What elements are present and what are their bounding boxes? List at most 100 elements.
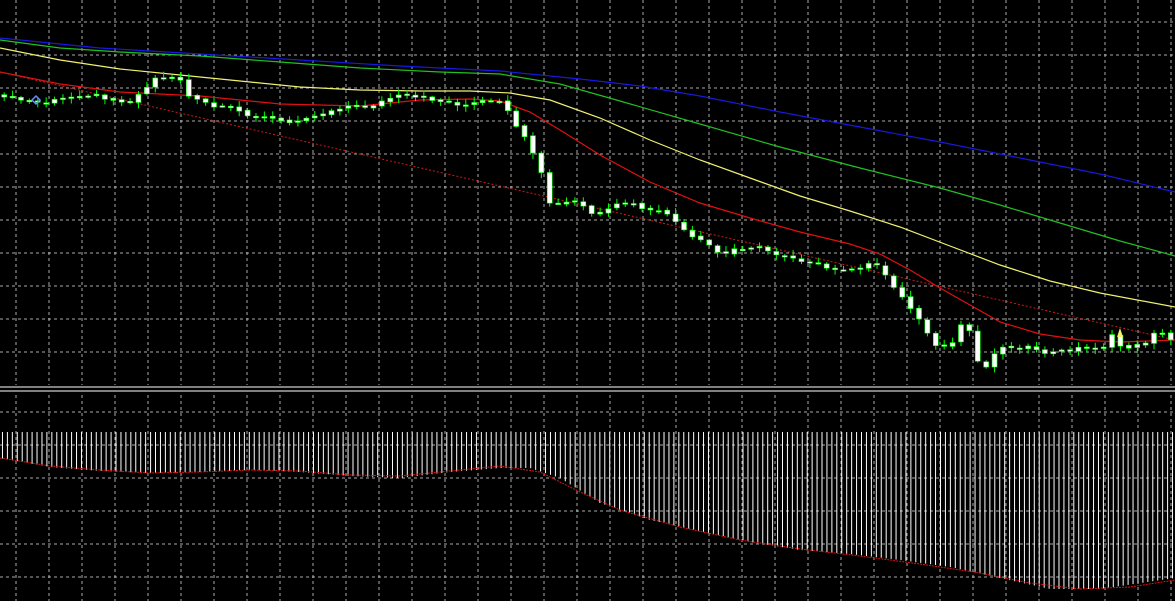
candle-body [152,77,159,88]
candle-body [463,104,469,107]
candle-body [588,205,595,214]
candle-body [446,100,452,103]
candle-body [849,268,855,271]
candle-body [874,263,880,266]
candle-body [244,109,251,117]
candle-body [18,97,24,101]
candle-body [916,307,922,320]
candle-body [773,251,780,256]
candle-body [236,106,242,112]
candle-body [194,95,201,100]
candle-body [513,110,519,127]
candle-body [127,101,133,104]
candle-body [454,102,461,106]
candle-body [311,115,318,119]
candle-body [706,239,712,246]
candle-body [739,248,746,252]
candle-body [286,119,293,124]
candle-body [488,100,494,103]
candle-body [790,255,796,259]
candle-body [404,93,410,96]
candle-body [840,269,847,272]
candle-body [1033,346,1040,350]
candle-body [656,210,662,213]
candle-body [1100,346,1107,349]
candle-body [362,105,368,108]
candle-body [891,275,897,288]
candle-body [135,94,142,103]
candle-body [1025,345,1031,350]
candle-body [714,245,721,253]
candle-body [572,200,578,203]
candle-body [1075,347,1082,352]
candle-body [882,265,889,276]
candle-body [1126,344,1132,349]
candle-body [1142,342,1149,346]
candle-body [597,211,603,215]
candle-body [1168,332,1174,341]
candle-body [144,87,150,95]
candle-body [110,97,117,101]
candle-body [1092,347,1099,350]
candle-body [118,99,125,103]
candle-body [798,258,805,262]
candle-body [966,324,973,331]
candle-body [370,105,377,109]
candle-body [219,105,226,108]
candle-body [471,102,477,105]
candle-body [479,100,486,103]
candle-body [546,172,553,204]
candle-body [781,255,788,258]
candle-body [437,99,444,102]
candle-body [1050,351,1057,355]
candle-body [614,203,620,209]
candle-body [907,296,914,309]
candle-body [76,96,83,99]
candle-body [924,319,931,334]
candle-body [1000,346,1006,355]
candle-body [530,135,536,154]
candle-body [278,117,284,122]
candle-body [681,221,687,231]
candle-body [832,267,838,270]
candle-body [857,267,864,270]
candle-body [941,344,947,347]
candle-body [748,247,754,250]
candle-body [269,115,276,119]
candle-body [865,263,872,269]
candle-body [823,263,830,269]
candle-body [160,77,167,80]
candle-body [1151,332,1157,344]
candle-body [1159,332,1166,335]
candle-body [899,287,906,298]
candle-body [983,361,989,368]
candle-body [9,96,16,99]
candle-body [211,102,217,108]
candle-body [303,117,310,122]
candle-body [1,94,7,98]
candle-body [85,95,91,98]
candle-body [1109,334,1115,348]
candle-body [1084,346,1090,349]
candle-body [228,105,234,109]
candle-body [563,201,570,205]
candle-body [555,202,561,205]
candle-body [60,97,66,100]
candle-body [991,353,998,368]
candle-body [974,330,981,362]
candle-body [169,76,175,79]
candle-body [253,115,259,119]
candle-body [186,79,192,97]
candle-body [320,113,326,117]
candle-body [102,94,108,100]
candle-body [345,105,352,109]
candle-body [429,96,436,101]
candle-body [756,246,763,249]
candle-body [958,324,964,343]
candle-body [1042,349,1048,354]
candle-body [1134,344,1141,348]
candle-body [504,100,511,111]
candle-body [177,76,184,81]
candle-body [353,104,360,108]
trading-chart [0,0,1175,601]
